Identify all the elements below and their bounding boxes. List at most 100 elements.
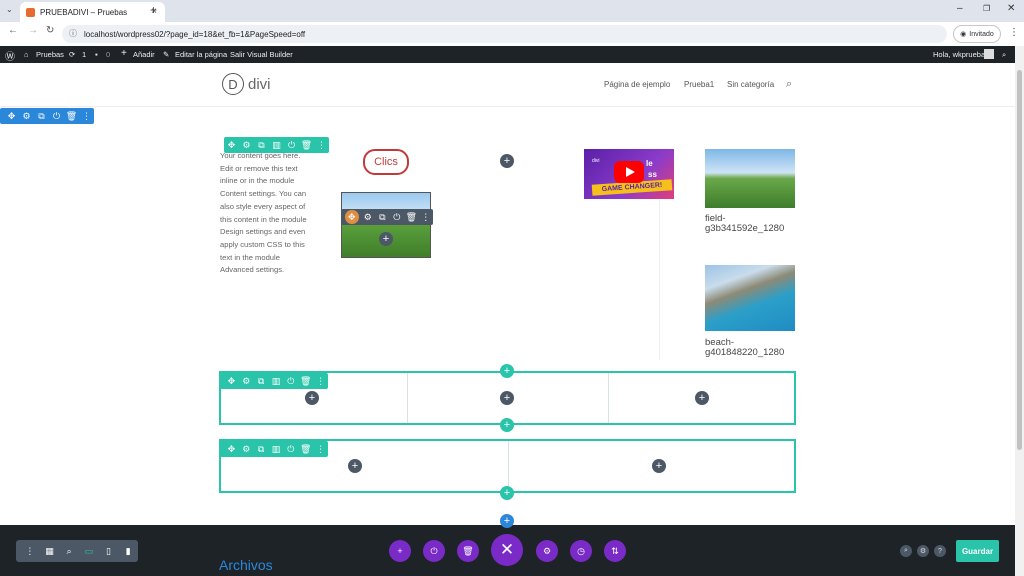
settings-icon[interactable]: ⚙ [19, 108, 34, 124]
wireframe-icon[interactable]: ▦ [40, 546, 60, 557]
reload-icon[interactable]: ↻ [46, 25, 54, 36]
duplicate-icon[interactable]: ⧉ [254, 441, 269, 457]
add-module-button[interactable]: + [500, 154, 514, 168]
more-icon[interactable]: ⋮ [313, 441, 328, 457]
logo-mark[interactable]: D [222, 73, 244, 95]
add-module-button[interactable]: + [348, 459, 362, 473]
search-icon[interactable]: ⌕ [900, 545, 912, 557]
profile-button[interactable]: ◉ Invitado [953, 25, 1001, 43]
updates-icon[interactable]: ⟳ [69, 50, 75, 59]
add-row-button[interactable]: + [500, 486, 514, 500]
add-row-button[interactable]: + [500, 418, 514, 432]
move-icon[interactable]: ✥ [224, 441, 239, 457]
new-tab-button[interactable]: + [150, 3, 157, 17]
url-input[interactable]: ⓘ localhost/wordpress02/?page_id=18&et_f… [62, 25, 947, 43]
exit-builder-link[interactable]: Salir Visual Builder [230, 50, 293, 59]
power-icon[interactable]: ⏻ [390, 209, 405, 225]
url-text: localhost/wordpress02/?page_id=18&et_fb=… [84, 29, 306, 39]
image-beach[interactable] [705, 265, 795, 331]
more-icon[interactable]: ⋮ [313, 373, 328, 389]
shortcuts-icon[interactable]: ⚙ [917, 545, 929, 557]
move-icon[interactable]: ✥ [345, 210, 359, 224]
duplicate-icon[interactable]: ⧉ [375, 209, 390, 225]
phone-view-icon[interactable]: ▮ [118, 546, 138, 557]
site-info-icon[interactable]: ⓘ [69, 28, 77, 39]
video-module[interactable]: divi le ss GAME CHANGER! [584, 149, 674, 199]
columns-icon[interactable]: ▥ [269, 373, 284, 389]
add-section-button[interactable]: + [500, 514, 514, 528]
history-icon[interactable]: ◷ [570, 540, 592, 562]
help-icon[interactable]: ? [934, 545, 946, 557]
greeting-link[interactable]: Hola, wkprueba [933, 50, 985, 59]
power-icon[interactable]: ⏻ [49, 108, 64, 124]
avatar[interactable] [984, 49, 994, 59]
browser-menu-icon[interactable]: ⋮ [1009, 27, 1019, 38]
menu-item-sin-categoria[interactable]: Sin categoría [727, 80, 774, 89]
search-icon[interactable]: ⌕ [1002, 50, 1006, 60]
duplicate-icon[interactable]: ⧉ [34, 108, 49, 124]
portability-icon[interactable]: ⇅ [604, 540, 626, 562]
comments-count: 0 [106, 50, 111, 59]
trash-icon[interactable]: 🗑 [457, 540, 479, 562]
row-toolbar: ✥ ⚙ ⧉ ▥ ⏻ 🗑 ⋮ [220, 373, 328, 389]
wordpress-logo-icon[interactable]: Ⓦ [5, 48, 15, 63]
desktop-view-icon[interactable]: ▭ [79, 546, 99, 557]
browser-tab[interactable]: PRUEBADIVI – Pruebas × [20, 2, 165, 22]
comments-icon[interactable]: ▪ [95, 50, 98, 59]
move-icon[interactable]: ✥ [4, 108, 19, 124]
add-module-button[interactable]: + [305, 391, 319, 405]
more-icon[interactable]: ⋮ [79, 108, 94, 124]
add-new-link[interactable]: Añadir [133, 50, 155, 59]
save-button[interactable]: Guardar [956, 540, 999, 562]
add-row-button[interactable]: + [500, 364, 514, 378]
more-icon[interactable]: ⋮ [419, 209, 434, 225]
video-title-fragment: le [646, 159, 653, 168]
section-toolbar: ✥ ⚙ ⧉ ⏻ 🗑 ⋮ [0, 108, 94, 124]
text-module[interactable]: Your content goes here. Edit or remove t… [220, 150, 314, 277]
column-divider [508, 441, 509, 491]
close-builder-button[interactable]: ✕ [491, 534, 523, 566]
logo-text[interactable]: divi [248, 76, 271, 93]
trash-icon[interactable]: 🗑 [298, 373, 313, 389]
add-module-button[interactable]: + [379, 232, 393, 246]
clics-button[interactable]: Clics [363, 149, 409, 175]
address-bar-row: ← → ↻ ⓘ localhost/wordpress02/?page_id=1… [0, 22, 1024, 46]
add-module-button[interactable]: + [652, 459, 666, 473]
add-icon[interactable]: + [389, 540, 411, 562]
power-icon[interactable]: ⏻ [283, 373, 298, 389]
move-icon[interactable]: ✥ [224, 373, 239, 389]
trash-icon[interactable]: 🗑 [404, 209, 419, 225]
back-icon[interactable]: ← [8, 25, 18, 36]
image-module[interactable] [341, 192, 431, 258]
image-field[interactable] [705, 149, 795, 208]
add-module-button[interactable]: + [500, 391, 514, 405]
trash-icon[interactable]: 🗑 [64, 108, 79, 124]
settings-icon[interactable]: ⚙ [361, 209, 376, 225]
add-new-icon[interactable]: + [121, 48, 127, 59]
tablet-view-icon[interactable]: ▯ [99, 546, 119, 557]
columns-icon[interactable]: ▥ [269, 441, 284, 457]
settings-icon[interactable]: ⚙ [536, 540, 558, 562]
minimize-icon[interactable]: – [957, 3, 963, 14]
site-search-icon[interactable]: ⌕ [786, 78, 792, 91]
site-name-link[interactable]: Pruebas [36, 50, 64, 59]
tab-list-icon[interactable]: ⌄ [6, 5, 13, 14]
add-module-button[interactable]: + [695, 391, 709, 405]
scrollbar-thumb[interactable] [1017, 70, 1022, 450]
menu-dots-icon[interactable]: ⋮ [20, 546, 40, 557]
zoom-icon[interactable]: ⌕ [59, 546, 79, 557]
settings-icon[interactable]: ⚙ [239, 441, 254, 457]
power-icon[interactable]: ⏻ [283, 441, 298, 457]
trash-icon[interactable]: 🗑 [298, 441, 313, 457]
close-window-icon[interactable]: ✕ [1007, 3, 1015, 14]
power-icon[interactable]: ⏻ [423, 540, 445, 562]
play-icon[interactable] [614, 161, 644, 183]
more-icon[interactable]: ⋮ [314, 137, 329, 153]
duplicate-icon[interactable]: ⧉ [254, 373, 269, 389]
settings-icon[interactable]: ⚙ [239, 373, 254, 389]
edit-page-link[interactable]: Editar la página [175, 50, 227, 59]
forward-icon[interactable]: → [28, 25, 38, 36]
restore-icon[interactable]: ❐ [983, 4, 990, 13]
menu-item-prueba1[interactable]: Prueba1 [684, 80, 714, 89]
menu-item-pagina-ejemplo[interactable]: Página de ejemplo [604, 80, 670, 89]
